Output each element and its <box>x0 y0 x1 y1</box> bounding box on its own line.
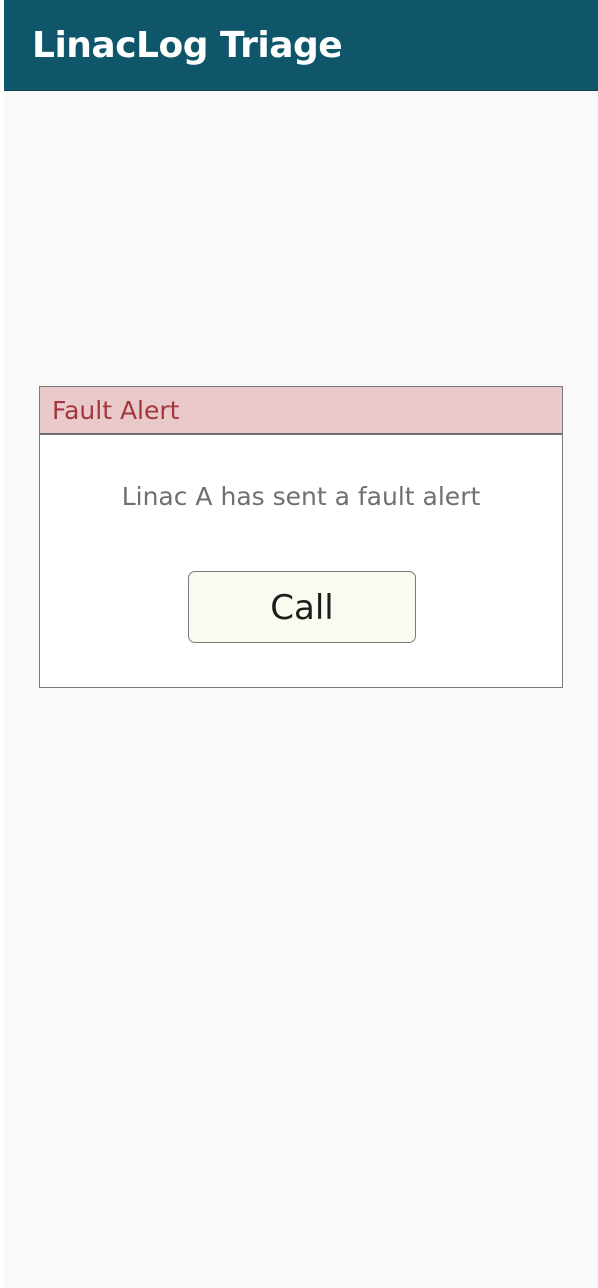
dialog-title: Fault Alert <box>52 396 180 425</box>
dialog-header: Fault Alert <box>40 387 562 435</box>
app-screen: LinacLog Triage Fault Alert Linac A has … <box>4 0 598 1288</box>
app-title: LinacLog Triage <box>32 25 343 66</box>
dialog-message: Linac A has sent a fault alert <box>121 482 481 511</box>
call-button[interactable]: Call <box>188 571 416 643</box>
app-bar: LinacLog Triage <box>4 0 598 91</box>
fault-alert-dialog: Fault Alert Linac A has sent a fault ale… <box>39 386 563 688</box>
